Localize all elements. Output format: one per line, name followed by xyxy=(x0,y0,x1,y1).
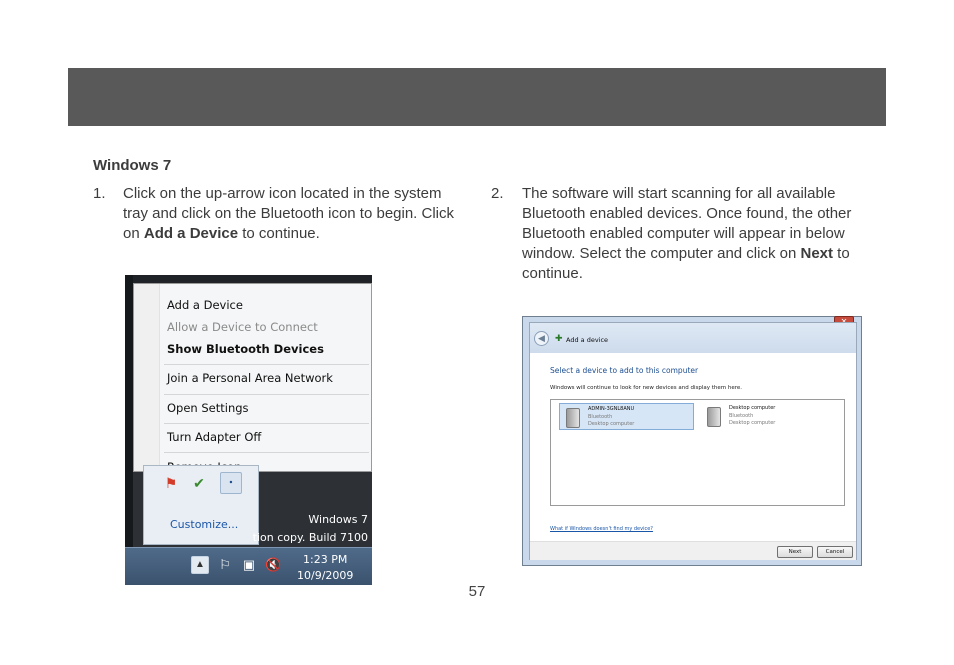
network-icon[interactable]: ▣ xyxy=(241,556,257,574)
dialog-subtext: Windows will continue to look for new de… xyxy=(550,385,743,391)
page-number: 57 xyxy=(468,583,486,600)
add-device-icon: ✚ xyxy=(555,333,563,343)
step-1-bold: Add a Device xyxy=(143,225,239,242)
computer-icon xyxy=(707,407,721,427)
section-title: Windows 7 xyxy=(93,157,172,174)
cancel-button[interactable]: Cancel xyxy=(817,546,853,558)
device-name: ADMIN-3GNL8ANU xyxy=(588,406,635,412)
bluetooth-icon[interactable]: ᛫ xyxy=(220,472,242,494)
speaker-muted-icon[interactable]: 🔇 xyxy=(265,556,281,574)
shield-icon[interactable]: ✔ xyxy=(188,472,210,494)
device-list: ADMIN-3GNL8ANU Bluetooth Desktop compute… xyxy=(550,399,845,506)
menu-separator xyxy=(164,394,369,395)
bluetooth-context-menu: Add a Device Allow a Device to Connect S… xyxy=(133,283,372,474)
dialog-heading: Select a device to add to this computer xyxy=(550,366,699,375)
menu-item-allow-connect: Allow a Device to Connect xyxy=(167,320,318,334)
os-label: Windows 7 xyxy=(308,513,368,526)
device-category: Desktop computer xyxy=(729,420,776,426)
device-name: Desktop computer xyxy=(729,405,776,411)
taskbar: ▲ ⚐ ▣ 🔇 1:23 PM 10/9/2009 xyxy=(125,547,372,585)
up-arrow-icon[interactable]: ▲ xyxy=(191,556,209,574)
menu-gutter xyxy=(134,284,160,471)
menu-item-join-pan[interactable]: Join a Personal Area Network xyxy=(167,371,333,385)
clock[interactable]: 1:23 PM 10/9/2009 xyxy=(297,552,353,584)
menu-item-turn-adapter-off[interactable]: Turn Adapter Off xyxy=(167,430,261,444)
notification-overflow-panel: ⚑ ✔ ᛫ Customize... xyxy=(143,465,259,545)
step-1-text: Click on the up-arrow icon located in th… xyxy=(123,185,455,242)
dialog-title: Add a device xyxy=(566,336,609,344)
help-link[interactable]: What if Windows doesn't find my device? xyxy=(550,526,653,532)
add-device-dialog-screenshot: ✕ ◀ ✚ Add a device Select a device to ad… xyxy=(522,316,862,566)
step-2-number: 2. xyxy=(491,185,504,202)
menu-separator xyxy=(164,452,369,453)
step-1-number: 1. xyxy=(93,185,106,202)
menu-item-open-settings[interactable]: Open Settings xyxy=(167,401,249,415)
step-2-text: The software will start scanning for all… xyxy=(522,185,852,282)
customize-link[interactable]: Customize... xyxy=(170,518,238,531)
desktop-edge xyxy=(125,275,133,585)
computer-icon xyxy=(566,408,580,428)
menu-separator xyxy=(164,423,369,424)
menu-item-show-devices[interactable]: Show Bluetooth Devices xyxy=(167,342,324,356)
menu-item-add-device[interactable]: Add a Device xyxy=(167,298,243,312)
next-button[interactable]: Next xyxy=(777,546,813,558)
menu-separator xyxy=(164,364,369,365)
device-type: Bluetooth xyxy=(729,413,754,419)
device-type: Bluetooth xyxy=(588,414,613,420)
device-category: Desktop computer xyxy=(588,421,635,427)
dialog-header: ◀ ✚ Add a device xyxy=(530,323,856,353)
step-2-bold: Next xyxy=(800,245,833,262)
device-item-admin[interactable]: ADMIN-3GNL8ANU Bluetooth Desktop compute… xyxy=(559,403,694,430)
add-device-dialog: ◀ ✚ Add a device Select a device to add … xyxy=(529,322,857,560)
clock-time: 1:23 PM xyxy=(303,553,348,566)
header-bar xyxy=(68,68,886,126)
tray-menu-screenshot: Add a Device Allow a Device to Connect S… xyxy=(125,275,372,585)
build-label: tion copy. Build 7100 xyxy=(252,531,368,544)
dialog-footer: Next Cancel xyxy=(530,541,856,560)
windows-flag-icon[interactable]: ⚑ xyxy=(160,472,182,494)
device-item-desktop[interactable]: Desktop computer Bluetooth Desktop compu… xyxy=(701,403,836,430)
flag-icon[interactable]: ⚐ xyxy=(217,556,233,574)
back-arrow-icon[interactable]: ◀ xyxy=(534,331,549,346)
clock-date: 10/9/2009 xyxy=(297,569,354,582)
